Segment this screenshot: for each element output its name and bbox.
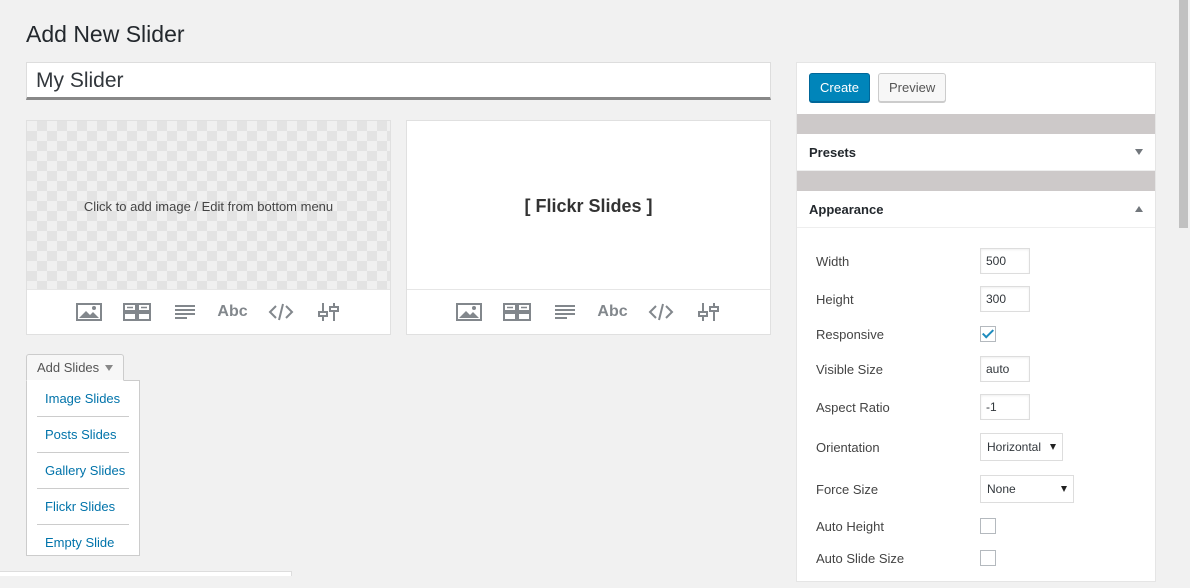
image-icon[interactable] <box>75 300 103 324</box>
create-button[interactable]: Create <box>809 73 871 102</box>
force-size-select[interactable]: None <box>980 475 1074 503</box>
orientation-select[interactable]: Horizontal <box>980 433 1063 461</box>
layers-icon[interactable] <box>122 300 151 324</box>
slide-card-flickr: [ Flickr Slides ] Abc <box>406 120 771 335</box>
slide-toolbar: Abc <box>27 289 390 334</box>
layers-icon[interactable] <box>502 300 531 324</box>
force-size-value: None <box>987 482 1016 496</box>
appearance-panel-body: Width 500 Height 300 Responsive Visible … <box>797 228 1155 588</box>
settings-icon[interactable] <box>695 300 723 324</box>
menu-item-flickr-slides[interactable]: Flickr Slides <box>37 489 129 525</box>
settings-sidebar: Create Preview Presets Appearance Width … <box>796 62 1156 582</box>
caption-icon[interactable]: Abc <box>597 300 628 324</box>
slide-card-image: Click to add image / Edit from bottom me… <box>26 120 391 335</box>
auto-height-label: Auto Height <box>816 518 884 534</box>
page-title: Add New Slider <box>26 21 185 47</box>
image-icon[interactable] <box>455 300 483 324</box>
html-icon[interactable] <box>647 300 675 324</box>
settings-icon[interactable] <box>315 300 343 324</box>
caption-icon-label: Abc <box>217 303 248 320</box>
aspect-ratio-label: Aspect Ratio <box>816 399 890 415</box>
orientation-value: Horizontal <box>987 440 1042 454</box>
slide-hint: Click to add image / Edit from bottom me… <box>83 198 334 214</box>
menu-item-posts-slides[interactable]: Posts Slides <box>37 417 129 453</box>
aspect-ratio-row: Aspect Ratio -1 <box>816 394 1155 420</box>
slide-image-placeholder[interactable]: Click to add image / Edit from bottom me… <box>27 121 390 291</box>
visible-size-label: Visible Size <box>816 361 883 377</box>
slide-name: [ Flickr Slides ] <box>524 195 653 216</box>
menu-item-empty-slide[interactable]: Empty Slide <box>37 525 129 560</box>
responsive-label: Responsive <box>816 326 884 342</box>
add-slides-label: Add Slides <box>37 360 100 375</box>
responsive-checkbox[interactable] <box>980 326 996 342</box>
arrow-down-icon <box>1135 149 1143 155</box>
responsive-row: Responsive <box>816 321 1155 347</box>
appearance-title: Appearance <box>809 201 884 217</box>
add-slides-menu: Image Slides Posts Slides Gallery Slides… <box>26 380 140 556</box>
select-caret-icon <box>1061 486 1067 492</box>
select-caret-icon <box>1050 444 1056 450</box>
force-size-label: Force Size <box>816 481 879 497</box>
sidebar-actions: Create Preview <box>797 63 1155 114</box>
separator <box>797 114 1155 134</box>
preview-button[interactable]: Preview <box>878 73 947 102</box>
height-label: Height <box>816 291 854 307</box>
html-icon[interactable] <box>267 300 295 324</box>
slider-name-input[interactable]: My Slider <box>26 62 771 100</box>
auto-height-checkbox[interactable] <box>980 518 996 534</box>
visible-size-input[interactable]: auto <box>980 356 1030 382</box>
slide-toolbar: Abc <box>407 289 770 334</box>
presets-title: Presets <box>809 144 856 160</box>
height-row: Height 300 <box>816 286 1155 312</box>
scrollbar-thumb[interactable] <box>1179 0 1188 228</box>
caption-icon[interactable]: Abc <box>217 300 248 324</box>
arrow-up-icon <box>1135 206 1143 212</box>
auto-slide-size-label: Auto Slide Size <box>816 550 905 566</box>
content-icon[interactable] <box>551 300 579 324</box>
height-input[interactable]: 300 <box>980 286 1030 312</box>
visible-size-row: Visible Size auto <box>816 356 1155 382</box>
force-size-row: Force Size None <box>816 475 1155 503</box>
caption-icon-label: Abc <box>597 303 628 320</box>
separator <box>797 171 1155 191</box>
width-input[interactable]: 500 <box>980 248 1030 274</box>
auto-slide-size-row: Auto Slide Size <box>816 545 1155 571</box>
caret-down-icon <box>105 364 114 371</box>
aspect-ratio-input[interactable]: -1 <box>980 394 1030 420</box>
content-icon[interactable] <box>171 300 199 324</box>
auto-height-row: Auto Height <box>816 513 1155 539</box>
orientation-row: Orientation Horizontal <box>816 433 1155 461</box>
orientation-label: Orientation <box>816 439 880 455</box>
menu-item-image-slides[interactable]: Image Slides <box>37 381 129 417</box>
menu-item-gallery-slides[interactable]: Gallery Slides <box>37 453 129 489</box>
appearance-panel-header[interactable]: Appearance <box>797 191 1155 228</box>
width-row: Width 500 <box>816 248 1155 274</box>
auto-slide-size-checkbox[interactable] <box>980 550 996 566</box>
presets-panel-header[interactable]: Presets <box>797 134 1155 171</box>
page-scrollbar[interactable] <box>1177 0 1190 576</box>
bottom-panel-edge <box>0 571 292 576</box>
slide-flickr-preview[interactable]: [ Flickr Slides ] <box>407 121 770 291</box>
width-label: Width <box>816 253 850 269</box>
add-slides-button[interactable]: Add Slides <box>26 354 125 381</box>
